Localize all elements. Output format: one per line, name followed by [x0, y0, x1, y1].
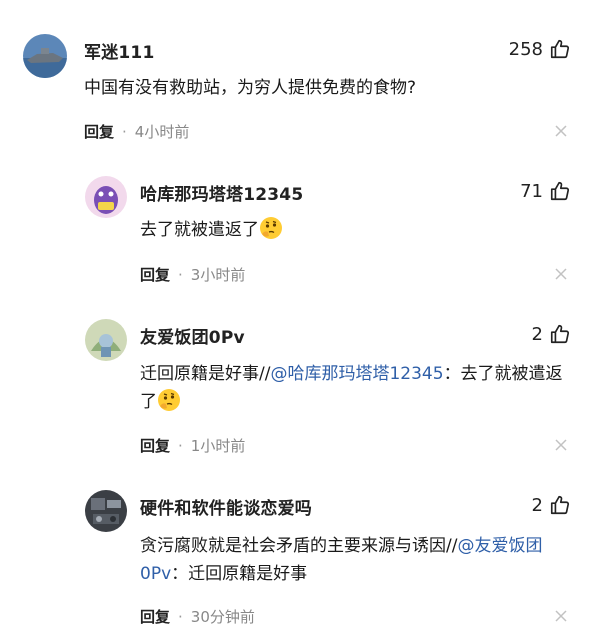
timestamp: 30分钟前 — [190, 608, 255, 626]
reply-button[interactable]: 回复 — [140, 435, 170, 456]
comment-meta: 回复 · 4小时前 — [84, 121, 189, 142]
username[interactable]: 军迷111 — [84, 38, 155, 63]
like-count: 258 — [508, 38, 543, 60]
thumbs-up-icon — [550, 495, 570, 515]
avatar[interactable] — [85, 319, 127, 361]
comment-text: 迁回原籍是好事//@哈库那玛塔塔12345：去了就被遣返了 — [140, 360, 565, 416]
like-button[interactable]: 71 — [520, 180, 571, 202]
comment-text-prefix: 贪污腐败就是社会矛盾的主要来源与诱因// — [140, 536, 458, 556]
like-count: 71 — [520, 180, 543, 202]
timestamp: 3小时前 — [190, 266, 246, 284]
comment-meta: 回复 · 30分钟前 — [140, 606, 255, 627]
comment-text-content: 去了就被遣返了 — [140, 220, 259, 240]
like-count: 2 — [531, 323, 543, 345]
close-icon[interactable] — [555, 125, 567, 137]
comment-text-prefix: 迁回原籍是好事// — [140, 364, 271, 384]
close-icon[interactable] — [555, 439, 567, 451]
username[interactable]: 友爱饭团0Pv — [140, 323, 245, 348]
like-button[interactable]: 2 — [532, 323, 571, 345]
mention-link[interactable]: @哈库那玛塔塔12345 — [270, 364, 443, 384]
reply-button[interactable]: 回复 — [140, 606, 170, 627]
username[interactable]: 哈库那玛塔塔12345 — [140, 180, 303, 205]
separator-dot: · — [178, 436, 183, 455]
comment-meta: 回复 · 3小时前 — [140, 264, 245, 285]
avatar[interactable] — [85, 490, 127, 532]
close-icon[interactable] — [555, 268, 567, 280]
timestamp: 4小时前 — [134, 123, 190, 141]
like-count: 2 — [531, 494, 543, 516]
separator-dot: · — [122, 122, 127, 141]
thumbs-up-icon — [550, 324, 570, 344]
separator-dot: · — [178, 607, 183, 626]
thinking-face-emoji — [260, 217, 282, 239]
comment-text-suffix: ：迁回原籍是好事 — [171, 564, 308, 584]
thumbs-up-icon — [550, 39, 570, 59]
timestamp: 1小时前 — [190, 437, 246, 455]
close-icon[interactable] — [555, 610, 567, 622]
thinking-face-emoji — [158, 389, 180, 411]
comment-text: 贪污腐败就是社会矛盾的主要来源与诱因//@友爱饭团0Pv：迁回原籍是好事 — [140, 532, 565, 588]
username[interactable]: 硬件和软件能谈恋爱吗 — [140, 494, 312, 519]
avatar[interactable] — [23, 34, 67, 78]
avatar[interactable] — [85, 176, 127, 218]
comment-text: 中国有没有救助站，为穷人提供免费的食物? — [84, 78, 417, 98]
reply-button[interactable]: 回复 — [140, 264, 170, 285]
like-button[interactable]: 2 — [532, 494, 571, 516]
separator-dot: · — [178, 265, 183, 284]
reply-button[interactable]: 回复 — [84, 121, 114, 142]
comment-text: 去了就被遣返了 — [140, 216, 283, 244]
like-button[interactable]: 258 — [509, 38, 571, 60]
comment-meta: 回复 · 1小时前 — [140, 435, 245, 456]
thumbs-up-icon — [550, 181, 570, 201]
